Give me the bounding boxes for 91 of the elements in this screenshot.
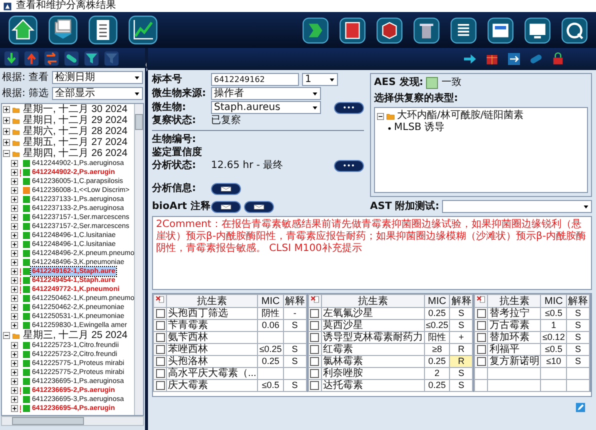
table-cell: 利奈唑胺 bbox=[321, 368, 424, 380]
column-header: 抗生素 bbox=[321, 294, 424, 308]
table-cell: S bbox=[566, 356, 590, 368]
table-cell: + bbox=[450, 332, 473, 344]
field-label: 微生物: bbox=[152, 102, 187, 114]
table-cell: 莫西沙星 bbox=[321, 320, 424, 332]
table-cell: ≤0.5 bbox=[540, 344, 566, 356]
table-cell: 庆大霉素 bbox=[166, 380, 258, 392]
phenotype-label: 选择供复察的表型: bbox=[374, 92, 459, 105]
filter-label: 根据: 筛选 bbox=[2, 88, 50, 100]
table-cell: S bbox=[450, 368, 473, 380]
filter-dropdown[interactable]: 检测日期 bbox=[52, 71, 143, 84]
table-cell: 氨苄西林 bbox=[166, 332, 258, 344]
table-cell: S bbox=[450, 380, 473, 392]
field-label: 标本号 bbox=[152, 74, 183, 86]
table-cell: 0.06 bbox=[258, 320, 284, 332]
table-cell: S bbox=[450, 308, 473, 320]
aes-label: AES 发现: bbox=[374, 77, 424, 89]
input-field[interactable]: 6412249162 bbox=[211, 73, 299, 86]
table-cell: S bbox=[566, 332, 590, 344]
table-cell: 0.25 bbox=[424, 380, 450, 392]
dropdown[interactable]: Staph.aureus bbox=[211, 101, 321, 114]
table-cell: 0.25 bbox=[258, 356, 284, 368]
table-cell: S bbox=[283, 320, 306, 332]
field-value: 12.65 hr - 最终 bbox=[211, 160, 284, 172]
table-cell: 头孢洛林 bbox=[166, 356, 258, 368]
table-cell: 苯唑西林 bbox=[166, 344, 258, 356]
column-header: MIC bbox=[258, 294, 284, 308]
field-label: bioArt 注释 bbox=[152, 200, 208, 212]
table-cell: 氯林霉素 bbox=[321, 356, 424, 368]
table-cell: 左氧氟沙星 bbox=[321, 308, 424, 320]
table-cell: 1 bbox=[540, 320, 566, 332]
table-cell: 0.25 bbox=[424, 308, 450, 320]
tree-item[interactable]: 大环内酯/林可酰胺/链阳菌素 bbox=[397, 110, 524, 122]
column-header: 抗生素 bbox=[166, 294, 258, 308]
table-cell: ≤10 bbox=[540, 356, 566, 368]
comment-text: 2Comment：在报告青霉素敏感结果前请先做青霉素抑菌圈边缘试验，如果抑菌圈边缘锐利（悬崖状）预示β-内酰胺酶阳性，青霉素应报告耐药；如果抑菌圈边缘模糊（沙滩状）预示β-内酰胺酶阴性，青霉素报告敏感。 CLSI M100补充提示 bbox=[152, 216, 592, 290]
tree-item[interactable]: 星期六, 十二月 28 2024 bbox=[22, 126, 128, 137]
table-cell: 红霉素 bbox=[321, 344, 424, 356]
dropdown[interactable]: 1 bbox=[302, 73, 338, 86]
tree-item[interactable]: MLSB 诱导 bbox=[394, 122, 445, 134]
table-cell: ≤0.25 bbox=[424, 320, 450, 332]
table-cell: S bbox=[283, 344, 306, 356]
filter-dropdown[interactable]: 全部显示 bbox=[52, 87, 143, 100]
field-label: 鉴定置信度 bbox=[152, 147, 203, 159]
table-cell: 高水平庆大霉素（... bbox=[166, 368, 258, 380]
table-cell: 阴性 bbox=[258, 308, 284, 320]
table-cell: S bbox=[283, 356, 306, 368]
table-cell: 万古霉素 bbox=[488, 320, 541, 332]
column-header: 解释 bbox=[283, 294, 306, 308]
column-header: MIC bbox=[540, 294, 566, 308]
field-value: 已复察 bbox=[211, 115, 241, 127]
table-cell: S bbox=[283, 380, 306, 392]
column-header: MIC bbox=[424, 294, 450, 308]
table-cell: 替加环素 bbox=[488, 332, 541, 344]
column-header: 解释 bbox=[450, 294, 473, 308]
table-cell: ≥8 bbox=[424, 344, 450, 356]
dropdown[interactable]: 操作者 bbox=[211, 87, 321, 100]
field-label: 微生物来源: bbox=[152, 88, 207, 100]
table-cell: 替考拉宁 bbox=[488, 308, 541, 320]
column-header: 抗生素 bbox=[488, 294, 541, 308]
column-header: 解释 bbox=[566, 294, 590, 308]
field-label: 生物编号: bbox=[152, 134, 197, 146]
field-label: 分析信息: bbox=[152, 183, 197, 195]
table-cell: - bbox=[283, 308, 306, 320]
field-label: 复察状态: bbox=[152, 115, 197, 127]
table-cell: 2 bbox=[424, 368, 450, 380]
tree-item[interactable]: 星期三, 十二月 25 2024 bbox=[22, 330, 128, 341]
table-cell: 阳性 bbox=[424, 332, 450, 344]
table-cell: S bbox=[566, 320, 590, 332]
tree-item[interactable]: 星期五, 十二月 27 2024 bbox=[22, 137, 128, 148]
table-cell: 达托霉素 bbox=[321, 380, 424, 392]
table-cell: 利福平 bbox=[488, 344, 541, 356]
table-cell: S bbox=[566, 308, 590, 320]
aes-result: 一致 bbox=[441, 77, 462, 89]
table-cell: 苄青霉素 bbox=[166, 320, 258, 332]
table-cell: ≤0.25 bbox=[258, 344, 284, 356]
tree-item[interactable]: 星期四, 十二月 26 2024 bbox=[22, 148, 128, 159]
field-label: 分析状态: bbox=[152, 160, 197, 172]
field-label: AST 附加测试: bbox=[370, 200, 440, 212]
table-cell: 诱导型克林霉素耐药力 bbox=[321, 332, 424, 344]
table-cell: 复方新诺明 bbox=[488, 356, 541, 368]
table-cell: S bbox=[566, 344, 590, 356]
tree-item[interactable]: 星期一, 十二月 30 2024 bbox=[22, 104, 128, 115]
table-cell: ≤0.5 bbox=[540, 308, 566, 320]
tree-item[interactable]: 星期日, 十二月 29 2024 bbox=[22, 115, 128, 126]
table-cell: ≤0.5 bbox=[258, 380, 284, 392]
table-cell: ≤0.12 bbox=[540, 332, 566, 344]
table-cell: S bbox=[450, 320, 473, 332]
filter-label: 根据: 查看 bbox=[2, 72, 50, 84]
table-cell: 头孢西丁筛选 bbox=[166, 308, 258, 320]
